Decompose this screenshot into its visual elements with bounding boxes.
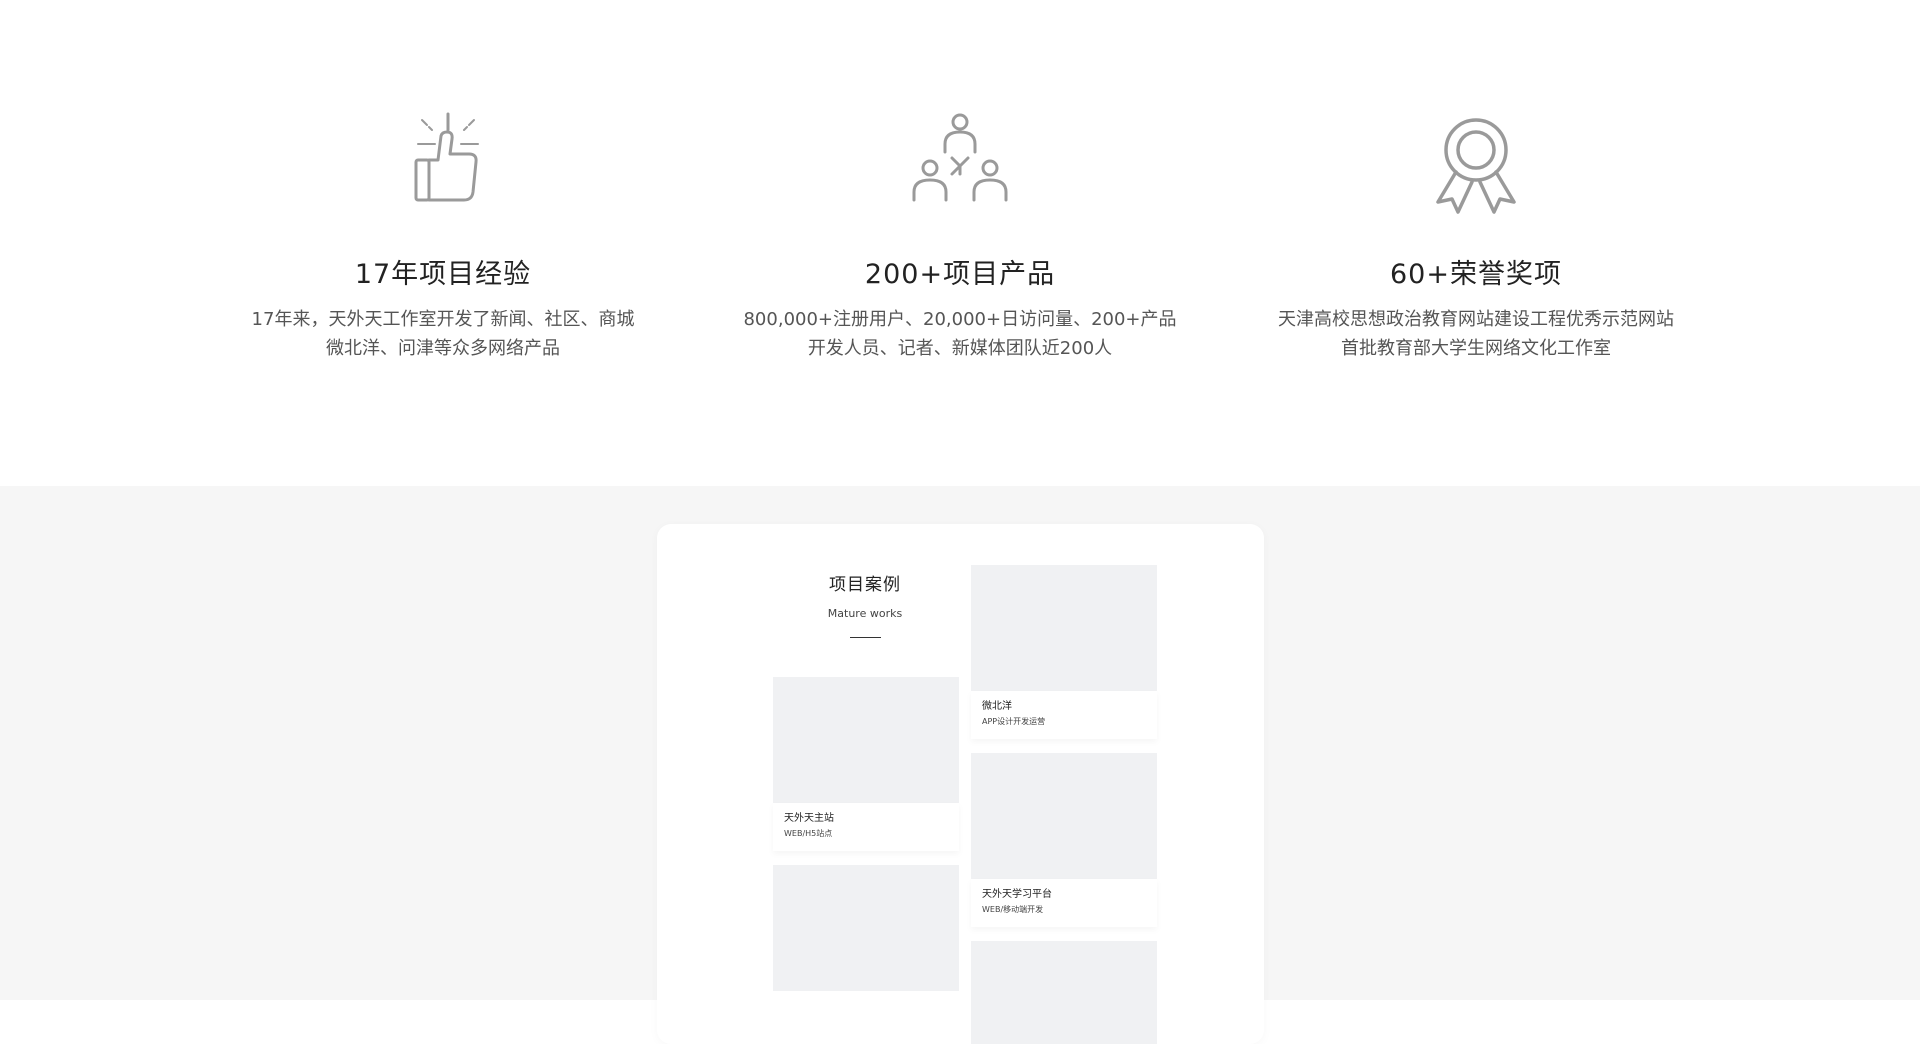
work-meta: 天外天主站 WEB/H5站点 (773, 803, 959, 851)
work-name: 微北洋 (982, 701, 1012, 712)
stat-desc-line: 开发人员、记者、新媒体团队近200人 (807, 338, 1113, 359)
works-divider (849, 637, 881, 638)
work-thumbnail[interactable] (971, 565, 1157, 691)
work-card-study-platform[interactable]: 天外天学习平台 WEB/移动端开发 (971, 753, 1157, 927)
work-meta: 微北洋 APP设计开发运营 (971, 691, 1157, 739)
work-name: 天外天主站 (784, 813, 834, 824)
work-type: WEB/移动端开发 (982, 905, 1044, 914)
works-card: 项目案例 Mature works 微北洋 APP设计开发运营 天外天学习平台 … (657, 524, 1264, 1044)
stat-desc-line: 首批教育部大学生网络文化工作室 (1341, 338, 1611, 359)
stat-description: 天津高校思想政治教育网站建设工程优秀示范网站 首批教育部大学生网络文化工作室 (1256, 305, 1696, 363)
works-subtitle: Mature works (827, 607, 903, 620)
work-type: WEB/H5站点 (784, 829, 833, 838)
work-card[interactable] (773, 865, 959, 991)
stat-desc-line: 800,000+注册用户、20,000+日访问量、200+产品 (743, 309, 1177, 330)
work-card-main-site[interactable]: 天外天主站 WEB/H5站点 (773, 677, 959, 851)
stat-title: 60+荣誉奖项 (1390, 259, 1562, 290)
works-header: 项目案例 Mature works (772, 570, 958, 638)
work-meta: 天外天学习平台 WEB/移动端开发 (971, 879, 1157, 927)
stat-description: 800,000+注册用户、20,000+日访问量、200+产品 开发人员、记者、… (740, 305, 1180, 363)
stat-experience: 17年项目经验 17年来，天外天工作室开发了新闻、社区、商城 微北洋、问津等众多… (223, 112, 663, 363)
work-thumbnail[interactable] (971, 753, 1157, 879)
stat-desc-line: 微北洋、问津等众多网络产品 (326, 338, 560, 359)
work-card-weibeiyang[interactable]: 微北洋 APP设计开发运营 (971, 565, 1157, 739)
stat-awards: 60+荣誉奖项 天津高校思想政治教育网站建设工程优秀示范网站 首批教育部大学生网… (1256, 112, 1696, 363)
works-title: 项目案例 (829, 575, 901, 595)
stat-desc-line: 天津高校思想政治教育网站建设工程优秀示范网站 (1278, 309, 1674, 330)
stat-description: 17年来，天外天工作室开发了新闻、社区、商城 微北洋、问津等众多网络产品 (223, 305, 663, 363)
stat-products: 200+项目产品 800,000+注册用户、20,000+日访问量、200+产品… (740, 112, 1180, 363)
thumbs-up-icon (414, 112, 479, 202)
work-thumbnail[interactable] (971, 941, 1157, 1044)
work-name: 天外天学习平台 (982, 889, 1052, 900)
work-thumbnail[interactable] (773, 865, 959, 991)
stat-title: 17年项目经验 (354, 259, 532, 290)
stats-section: 17年项目经验 17年来，天外天工作室开发了新闻、社区、商城 微北洋、问津等众多… (0, 0, 1920, 486)
stat-title: 200+项目产品 (864, 259, 1056, 290)
work-type: APP设计开发运营 (982, 717, 1046, 726)
team-icon (912, 113, 1008, 202)
work-thumbnail[interactable] (773, 677, 959, 803)
work-card[interactable] (971, 941, 1157, 1044)
award-ribbon-icon (1436, 118, 1516, 214)
stat-desc-line: 17年来，天外天工作室开发了新闻、社区、商城 (251, 309, 635, 330)
